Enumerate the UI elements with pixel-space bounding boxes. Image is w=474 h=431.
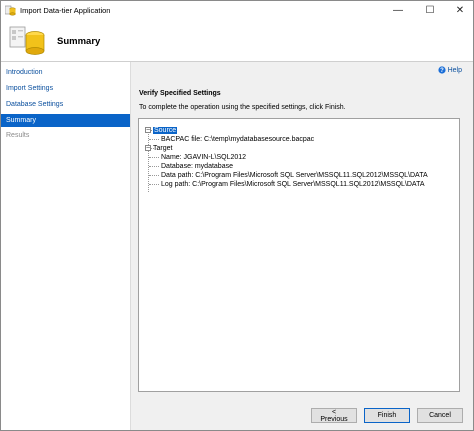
close-button[interactable]: ✕ [445,1,474,20]
collapse-target-icon[interactable]: − [145,145,151,152]
nav-item-introduction[interactable]: Introduction [1,66,130,79]
instructions-text: To complete the operation using the spec… [139,104,346,111]
wizard-nav: Introduction Import Settings Database Se… [1,62,131,430]
tree-connector [148,148,149,192]
nav-item-import-settings[interactable]: Import Settings [1,82,130,95]
tree-node-source-label: Source [153,127,178,134]
import-wizard-window: Import Data-tier Application — ☐ ✕ Summa… [0,0,474,431]
tree-connector [149,166,159,167]
section-title: Verify Specified Settings [139,90,221,97]
tree-node-data-path[interactable]: Data path: C:\Program Files\Microsoft SQ… [161,171,428,180]
help-link[interactable]: ? Help [437,66,462,74]
tree-connector [149,184,159,185]
collapse-source-icon[interactable]: − [145,127,151,134]
window-title: Import Data-tier Application [20,6,111,15]
tree-connector [149,139,159,140]
wizard-header: Summary [1,20,473,62]
tree-node-target[interactable]: Target [153,144,172,153]
nav-item-database-settings[interactable]: Database Settings [1,98,130,111]
minimize-icon: — [393,5,403,16]
close-icon: ✕ [455,5,465,16]
help-label: Help [447,66,462,74]
maximize-icon: ☐ [425,5,435,16]
tree-node-name[interactable]: Name: JGAVIN-L\SQL2012 [161,153,246,162]
tree-connector [149,157,159,158]
nav-item-results: Results [6,132,30,139]
settings-tree[interactable]: − Source BACPAC file: C:\temp\mydatabase… [138,118,460,392]
nav-item-summary[interactable]: Summary [1,114,130,127]
cancel-button[interactable]: Cancel [417,408,463,423]
wizard-footer: < Previous Finish Cancel [131,400,473,430]
maximize-button[interactable]: ☐ [415,1,445,20]
tree-node-database[interactable]: Database: mydatabase [161,162,233,171]
minimize-button[interactable]: — [383,1,413,20]
tree-node-log-path[interactable]: Log path: C:\Program Files\Microsoft SQL… [161,180,425,189]
previous-button[interactable]: < Previous [311,408,357,423]
svg-text:?: ? [440,68,444,74]
tree-node-source[interactable]: Source [153,126,178,135]
tree-connector [149,175,159,176]
summary-panel: ? Help Verify Specified Settings To comp… [131,62,473,400]
help-icon: ? [437,66,446,74]
database-app-icon [5,5,16,16]
page-title: Summary [57,36,101,47]
database-wizard-icon [9,26,45,55]
tree-node-bacpac-file[interactable]: BACPAC file: C:\temp\mydatabasesource.ba… [161,135,314,144]
finish-button[interactable]: Finish [364,408,410,423]
title-bar: Import Data-tier Application — ☐ ✕ [1,1,473,20]
